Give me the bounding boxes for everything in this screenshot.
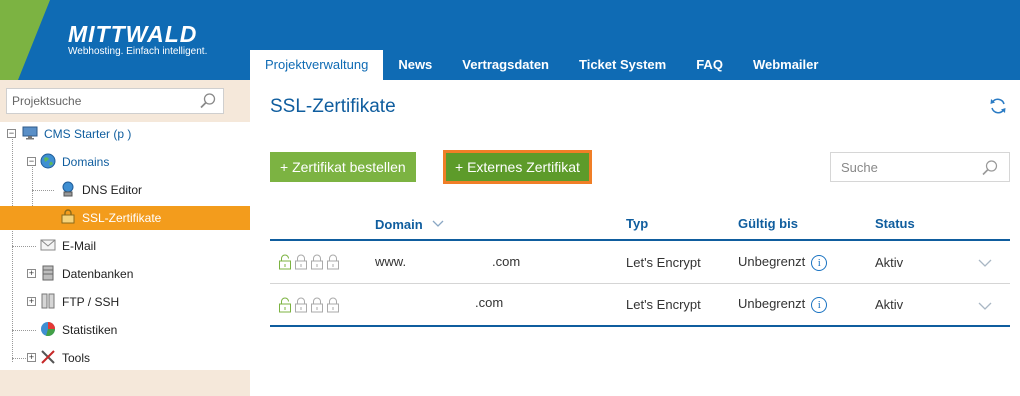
tree-item-label: Domains [62, 155, 110, 169]
column-valid-until[interactable]: Gültig bis [738, 216, 798, 231]
info-icon[interactable]: i [811, 296, 828, 313]
brand-name: MITTWALD [68, 21, 198, 47]
tree-item-label: DNS Editor [82, 183, 143, 197]
status-value: Aktiv [875, 297, 904, 312]
external-certificate-highlight: + Externes Zertifikat [443, 150, 592, 184]
expand-icon[interactable]: + [27, 297, 36, 306]
tree-item-label: Datenbanken [62, 267, 134, 281]
lock-icon [311, 297, 323, 313]
cert-type: Let's Encrypt [626, 255, 701, 270]
tree-item-label: Tools [62, 351, 91, 365]
tree-item-datenbanken[interactable]: + Datenbanken [0, 262, 250, 286]
table-row[interactable]: .com Let's Encrypt Unbegrenzt i Aktiv [270, 285, 1010, 327]
search-icon[interactable] [199, 92, 217, 113]
tree-item-label: CMS Starter (p ) [44, 127, 132, 141]
project-search-input[interactable] [7, 89, 187, 113]
tree-item-statistiken[interactable]: Statistiken [0, 318, 250, 342]
lock-icon [279, 297, 291, 313]
main-nav: Projektverwaltung News Vertragsdaten Tic… [250, 50, 833, 80]
sort-chevron-icon[interactable] [432, 216, 444, 231]
column-domain[interactable]: Domain [375, 216, 444, 232]
sidebar: − CMS Starter (p ) − Domains DNS Editor [0, 80, 250, 396]
ftp-icon [40, 293, 56, 309]
top-header: MITTWALD Webhosting. Einfach intelligent… [0, 0, 1020, 80]
main-content: SSL-Zertifikate + Zertifikat bestellen +… [250, 80, 1020, 396]
domain-prefix: www. [375, 254, 407, 269]
database-icon [40, 265, 56, 281]
tree-item-label: Statistiken [62, 323, 118, 337]
valid-until: Unbegrenzt i [738, 296, 828, 313]
lock-indicators [278, 254, 340, 270]
valid-until: Unbegrenzt i [738, 254, 828, 271]
page-title: SSL-Zertifikate [270, 96, 396, 117]
chevron-down-icon[interactable] [978, 299, 992, 314]
chevron-down-icon[interactable] [978, 256, 992, 271]
tree-item-label: FTP / SSH [62, 295, 120, 309]
lock-icon [327, 297, 339, 313]
domain-suffix: .com [492, 254, 521, 269]
mail-icon [40, 237, 56, 253]
tree-item-email[interactable]: E-Mail [0, 234, 250, 258]
tools-icon [40, 349, 56, 365]
valid-until-value: Unbegrenzt [738, 254, 806, 269]
valid-until-value: Unbegrenzt [738, 296, 806, 311]
search-icon[interactable] [981, 159, 999, 180]
refresh-icon[interactable] [988, 96, 1008, 119]
project-tree: − CMS Starter (p ) − Domains DNS Editor [0, 122, 250, 370]
cert-type: Let's Encrypt [626, 297, 701, 312]
tree-item-label: E-Mail [62, 239, 97, 253]
external-certificate-button[interactable]: + Externes Zertifikat [446, 153, 589, 181]
tree-item-ssl-zertifikate[interactable]: SSL-Zertifikate [0, 206, 250, 230]
certificate-search-input[interactable] [831, 153, 971, 181]
lock-icon [327, 254, 339, 270]
tab-projektverwaltung[interactable]: Projektverwaltung [250, 50, 384, 80]
certificate-search [830, 152, 1010, 182]
column-status[interactable]: Status [875, 216, 915, 231]
collapse-icon[interactable]: − [27, 157, 36, 166]
info-icon[interactable]: i [811, 254, 828, 271]
tree-item-ftp-ssh[interactable]: + FTP / SSH [0, 290, 250, 314]
table-header: Domain Typ Gültig bis Status [270, 213, 1010, 241]
expand-icon[interactable]: + [27, 353, 36, 362]
tab-news[interactable]: News [383, 50, 447, 80]
monitor-icon [22, 125, 38, 141]
lock-icon [279, 254, 291, 270]
column-type[interactable]: Typ [626, 216, 648, 231]
tree-item-tools[interactable]: + Tools [0, 346, 250, 370]
certificate-icon [60, 209, 76, 225]
collapse-icon[interactable]: − [7, 129, 16, 138]
order-certificate-button[interactable]: + Zertifikat bestellen [270, 152, 416, 182]
expand-icon[interactable]: + [27, 269, 36, 278]
tree-item-domains[interactable]: − Domains [0, 150, 250, 174]
lock-icon [311, 254, 323, 270]
status-value: Aktiv [875, 255, 904, 270]
pie-chart-icon [40, 321, 56, 337]
lock-icon [295, 254, 307, 270]
brand-tagline: Webhosting. Einfach intelligent. [68, 46, 208, 57]
lock-icon [295, 297, 307, 313]
tab-webmailer[interactable]: Webmailer [738, 50, 834, 80]
tab-faq[interactable]: FAQ [681, 50, 738, 80]
tab-ticket-system[interactable]: Ticket System [564, 50, 681, 80]
tree-item-cms-starter[interactable]: − CMS Starter (p ) [0, 122, 250, 146]
column-domain-label: Domain [375, 217, 423, 232]
table-row[interactable]: www. .com Let's Encrypt Unbegrenzt i Akti… [270, 242, 1010, 284]
brand-accent [0, 0, 50, 80]
brand-logo[interactable]: MITTWALD Webhosting. Einfach intelligent… [68, 22, 207, 58]
project-search [6, 88, 224, 114]
domain-suffix: .com [475, 295, 504, 310]
lock-indicators [278, 297, 340, 313]
tree-item-dns-editor[interactable]: DNS Editor [0, 178, 250, 202]
globe-icon [40, 153, 56, 169]
tab-vertragsdaten[interactable]: Vertragsdaten [447, 50, 564, 80]
dns-icon [60, 181, 76, 197]
tree-item-label: SSL-Zertifikate [82, 211, 162, 225]
